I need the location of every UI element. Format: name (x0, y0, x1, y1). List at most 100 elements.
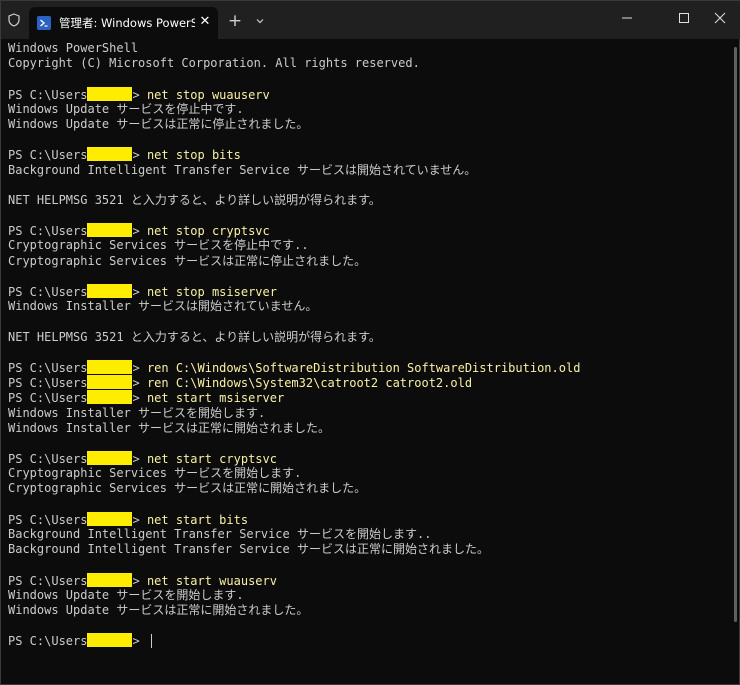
prompt-prefix: PS C:\Users (8, 360, 88, 375)
prompt-line: PS C:\Users > (8, 633, 708, 649)
close-icon[interactable]: ✕ (197, 14, 213, 30)
command-text: net stop bits (146, 148, 241, 163)
command-text: net start cryptsvc (146, 452, 277, 467)
terminal-output[interactable]: Windows PowerShell Copyright (C) Microsof… (8, 41, 708, 681)
prompt-suffix: > (132, 452, 147, 467)
output-line: Background Intelligent Transfer Service … (8, 527, 432, 541)
prompt-suffix: > (132, 148, 147, 163)
redacted-username (87, 86, 133, 101)
close-window-icon (714, 12, 726, 24)
prompt-line: PS C:\Users > ren C:\Windows\System32\cat… (8, 375, 708, 390)
redacted-username (87, 633, 133, 648)
close-window-button[interactable] (697, 1, 740, 35)
prompt-prefix: PS C:\Users (8, 634, 88, 649)
redacted-username (87, 223, 133, 238)
prompt-suffix: > (132, 634, 147, 649)
redacted-username (87, 511, 133, 526)
prompt-prefix: PS C:\Users (8, 573, 88, 588)
redacted-username (87, 147, 133, 162)
prompt-prefix: PS C:\Users (8, 452, 88, 467)
title-bar: 管理者: Windows PowerShe ✕ + (1, 1, 740, 39)
command-text: net stop msiserver (146, 285, 277, 299)
tab-title: 管理者: Windows PowerShe (59, 16, 195, 30)
prompt-line: PS C:\Users > net stop wuauserv (8, 86, 708, 102)
minimize-icon (622, 17, 632, 19)
prompt-line: PS C:\Users > net stop cryptsvc (8, 223, 708, 238)
prompt-suffix: > (132, 391, 147, 406)
maximize-icon (679, 13, 689, 23)
output-line: Windows Update サービスを停止中です. (8, 101, 244, 116)
redacted-username (87, 451, 133, 466)
tab-powershell[interactable]: 管理者: Windows PowerShe ✕ (29, 7, 218, 39)
prompt-prefix: PS C:\Users (8, 87, 88, 102)
prompt-line: PS C:\Users > net start msiserver (8, 390, 708, 405)
output-line: Background Intelligent Transfer Service … (8, 542, 489, 557)
output-line: NET HELPMSG 3521 と入力すると、より詳しい説明が得られます。 (8, 192, 381, 207)
prompt-line: PS C:\Users > net start cryptsvc (8, 451, 708, 466)
prompt-line: PS C:\Users > net stop msiserver (8, 284, 708, 299)
command-text: net start bits (146, 512, 249, 527)
prompt-suffix: > (132, 87, 147, 102)
redacted-username (87, 572, 133, 587)
redacted-username (87, 284, 133, 298)
output-line: Background Intelligent Transfer Service … (8, 162, 477, 177)
output-line: Copyright (C) Microsoft Corporation. All… (8, 56, 420, 71)
output-line: Windows Installer サービスは正常に開始されました。 (8, 420, 331, 435)
text-cursor (150, 634, 152, 649)
output-line: Cryptographic Services サービスは正常に停止されました。 (8, 253, 367, 268)
output-line: Windows Installer サービスを開始します. (8, 405, 266, 420)
prompt-prefix: PS C:\Users (8, 376, 88, 391)
new-tab-button[interactable]: + (227, 13, 243, 30)
prompt-suffix: > (132, 360, 147, 375)
output-line: Windows Update サービスは正常に停止されました。 (8, 116, 309, 131)
prompt-prefix: PS C:\Users (8, 148, 88, 163)
output-line: NET HELPMSG 3521 と入力すると、より詳しい説明が得られます。 (8, 329, 381, 344)
output-line: Windows Update サービスを開始します. (8, 587, 244, 602)
prompt-prefix: PS C:\Users (8, 285, 88, 299)
prompt-line: PS C:\Users > ren C:\Windows\SoftwareDist… (8, 359, 708, 375)
output-line: Cryptographic Services サービスを停止中です.. (8, 238, 309, 253)
redacted-username (87, 359, 133, 374)
prompt-prefix: PS C:\Users (8, 391, 88, 406)
terminal-window: 管理者: Windows PowerShe ✕ + Windows PowerS… (0, 0, 740, 685)
prompt-line: PS C:\Users > net stop bits (8, 147, 708, 162)
command-text: net start wuauserv (146, 573, 277, 588)
prompt-suffix: > (132, 512, 147, 527)
output-line: Cryptographic Services サービスは正常に開始されました。 (8, 481, 367, 496)
chevron-down-icon[interactable] (253, 14, 267, 28)
scrollbar[interactable] (734, 47, 737, 622)
command-text: net start msiserver (146, 391, 285, 406)
redacted-username (87, 390, 133, 405)
output-line: Windows PowerShell (8, 41, 139, 55)
command-text: ren C:\Windows\System32\catroot2 catroot… (146, 376, 473, 391)
prompt-line: PS C:\Users > net start bits (8, 511, 708, 527)
prompt-suffix: > (132, 573, 147, 588)
output-line: Windows Update サービスは正常に開始されました。 (8, 602, 309, 617)
prompt-suffix: > (132, 224, 147, 239)
shield-icon (8, 13, 20, 27)
prompt-suffix: > (132, 376, 147, 391)
minimize-button[interactable] (604, 1, 650, 35)
prompt-prefix: PS C:\Users (8, 224, 88, 239)
command-text: net stop cryptsvc (146, 224, 270, 239)
output-line: Cryptographic Services サービスを開始します. (8, 466, 302, 481)
powershell-icon (37, 16, 51, 30)
command-text: ren C:\Windows\SoftwareDistribution Soft… (146, 360, 581, 375)
prompt-prefix: PS C:\Users (8, 512, 88, 527)
command-text: net stop wuauserv (146, 87, 270, 102)
prompt-line: PS C:\Users > net start wuauserv (8, 572, 708, 588)
output-line: Windows Installer サービスは開始されていません。 (8, 299, 318, 314)
prompt-suffix: > (132, 285, 147, 299)
redacted-username (87, 375, 133, 390)
